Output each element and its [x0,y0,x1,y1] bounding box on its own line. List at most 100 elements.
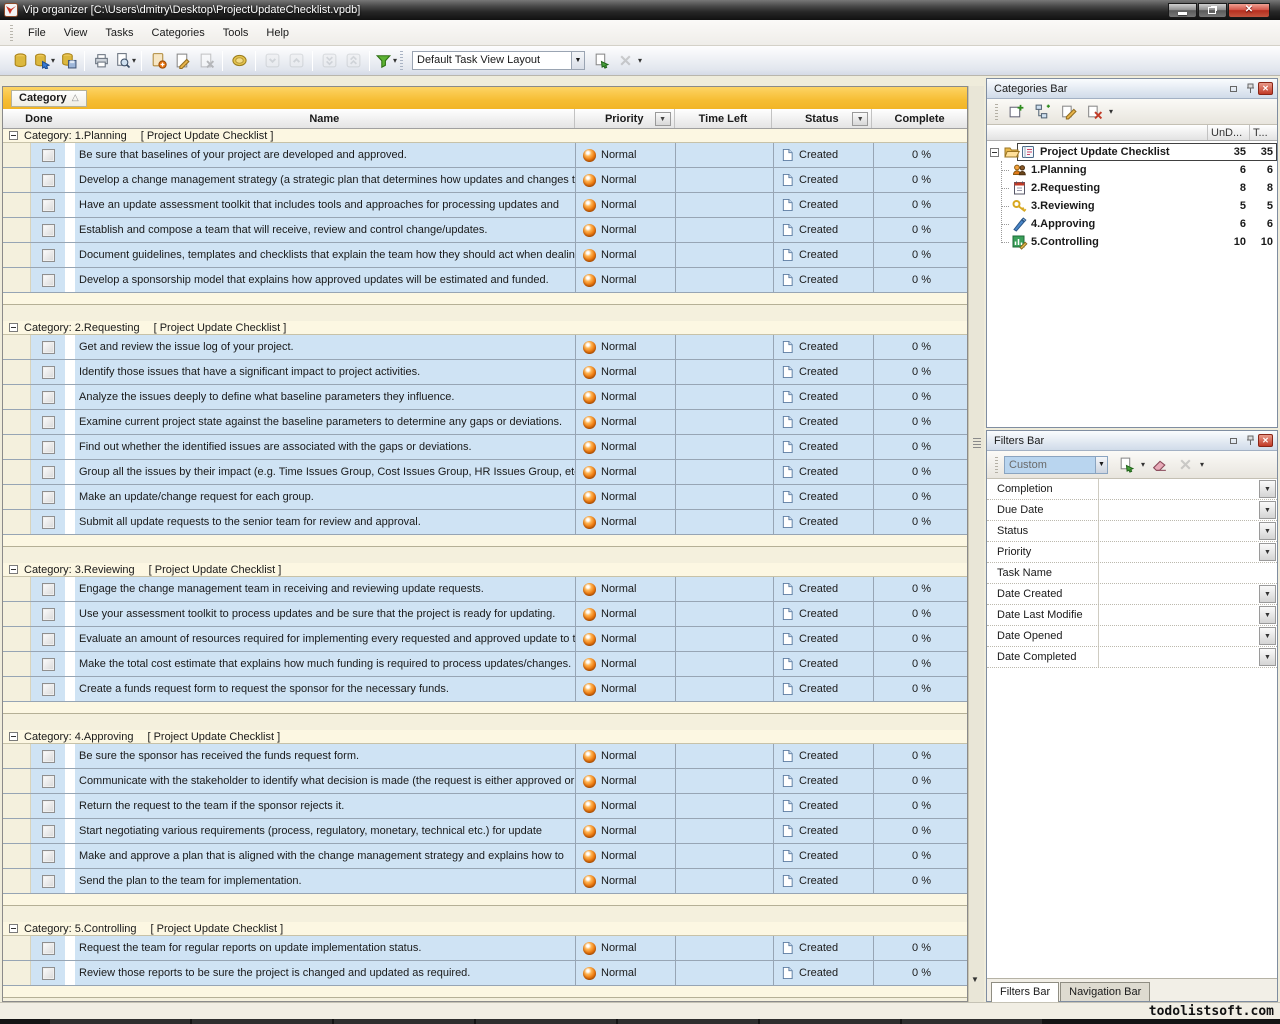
task-row[interactable]: Start negotiating various requirements (… [3,819,967,844]
filter-value-field[interactable] [1099,605,1259,625]
chevron-down-icon[interactable]: ▼ [572,51,585,70]
task-row[interactable]: Engage the change management team in rec… [3,577,967,602]
task-row[interactable]: Send the plan to the team for implementa… [3,869,967,894]
task-row[interactable]: Analyze the issues deeply to define what… [3,385,967,410]
complete-task-button[interactable] [227,49,251,73]
panel-pin-button[interactable] [1243,82,1258,95]
task-row[interactable]: Group all the issues by their impact (e.… [3,460,967,485]
menu-item-categories[interactable]: Categories [143,24,214,42]
column-header-name[interactable]: Name [75,109,574,128]
chevron-down-icon[interactable]: ▾ [132,56,136,65]
task-row[interactable]: Return the request to the team if the sp… [3,794,967,819]
task-checkbox[interactable] [42,775,55,788]
filter-value-field[interactable] [1099,563,1277,583]
new-subcategory-button[interactable] [1030,100,1054,124]
task-checkbox[interactable] [42,825,55,838]
filter-value-field[interactable] [1099,647,1259,667]
task-row[interactable]: Establish and compose a team that will r… [3,218,967,243]
category-tree-item[interactable]: 1.Planning66 [987,161,1277,179]
menu-item-tasks[interactable]: Tasks [96,24,142,42]
task-checkbox[interactable] [42,174,55,187]
clear-filter-button[interactable] [1147,453,1171,477]
category-tree-item[interactable]: 4.Approving66 [987,215,1277,233]
move-top-button[interactable] [341,49,365,73]
edit-category-button[interactable] [1056,100,1080,124]
column-header-done[interactable]: Done [3,109,75,128]
group-by-category-tab[interactable]: Category △ [11,90,87,107]
filter-value-field[interactable] [1099,626,1259,646]
panel-splitter[interactable]: ▼ [968,86,984,1002]
toolbar-overflow-icon[interactable]: ▾ [1200,460,1204,469]
task-checkbox[interactable] [42,583,55,596]
task-checkbox[interactable] [42,391,55,404]
edit-task-button[interactable] [170,49,194,73]
print-button[interactable] [89,49,113,73]
minimize-button[interactable] [1168,3,1197,18]
task-row[interactable]: Document guidelines, templates and check… [3,243,967,268]
task-checkbox[interactable] [42,800,55,813]
restore-button[interactable] [1198,3,1227,18]
task-checkbox[interactable] [42,608,55,621]
filter-value-field[interactable] [1099,500,1259,520]
column-header-total[interactable]: T... [1249,125,1277,140]
collapse-icon[interactable] [9,732,18,741]
task-checkbox[interactable] [42,875,55,888]
category-group-header[interactable]: Category: 4.Approving[ Project Update Ch… [3,730,967,744]
category-tree-root[interactable]: Project Update Checklist3535 [987,143,1277,161]
delete-layout-button[interactable] [613,49,637,73]
filter-dropdown-button[interactable]: ▼ [1259,627,1276,645]
category-tree-item[interactable]: 5.Controlling1010 [987,233,1277,251]
task-checkbox[interactable] [42,942,55,955]
task-row[interactable]: Evaluate an amount of resources required… [3,627,967,652]
filter-dropdown-button[interactable]: ▼ [1259,606,1276,624]
filter-value-field[interactable] [1099,521,1259,541]
task-checkbox[interactable] [42,466,55,479]
panel-close-button[interactable]: ✕ [1258,82,1273,95]
task-row[interactable]: Create a funds request form to request t… [3,677,967,702]
status-filter-button[interactable]: ▼ [852,112,868,126]
task-checkbox[interactable] [42,274,55,287]
apply-layout-button[interactable] [589,49,613,73]
task-checkbox[interactable] [42,850,55,863]
task-row[interactable]: Request the team for regular reports on … [3,936,967,961]
task-checkbox[interactable] [42,633,55,646]
filter-dropdown-button[interactable]: ▼ [1259,543,1276,561]
category-group-header[interactable]: Category: 1.Planning[ Project Update Che… [3,129,967,143]
chevron-down-icon[interactable]: ▾ [51,56,55,65]
task-checkbox[interactable] [42,441,55,454]
task-checkbox[interactable] [42,658,55,671]
task-row[interactable]: Communicate with the stakeholder to iden… [3,769,967,794]
task-checkbox[interactable] [42,491,55,504]
task-row[interactable]: Make the total cost estimate that explai… [3,652,967,677]
priority-filter-button[interactable]: ▼ [655,112,671,126]
filter-preset-combo[interactable]: Custom ▼ [1004,456,1108,474]
menu-item-help[interactable]: Help [257,24,298,42]
move-down-button[interactable] [260,49,284,73]
task-checkbox[interactable] [42,416,55,429]
collapse-icon[interactable] [990,148,999,157]
new-category-button[interactable] [1004,100,1028,124]
apply-filter-button[interactable] [1114,453,1138,477]
category-group-header[interactable]: Category: 5.Controlling[ Project Update … [3,922,967,936]
task-checkbox[interactable] [42,366,55,379]
panel-close-button[interactable]: ✕ [1258,434,1273,447]
task-checkbox[interactable] [42,149,55,162]
filter-dropdown-button[interactable]: ▼ [1259,585,1276,603]
filter-value-field[interactable] [1099,479,1259,499]
task-row[interactable]: Review those reports to be sure the proj… [3,961,967,986]
task-row[interactable]: Submit all update requests to the senior… [3,510,967,535]
filter-value-field[interactable] [1099,584,1259,604]
panel-restore-button[interactable] [1226,82,1241,95]
menu-item-file[interactable]: File [19,24,55,42]
filter-button[interactable]: ▾ [374,49,398,73]
task-row[interactable]: Use your assessment toolkit to process u… [3,602,967,627]
column-header-complete[interactable]: Complete [871,109,967,128]
task-row[interactable]: Find out whether the identified issues a… [3,435,967,460]
chevron-down-icon[interactable]: ▼ [1096,456,1108,474]
task-checkbox[interactable] [42,341,55,354]
toolbar-overflow-icon[interactable]: ▾ [1109,107,1113,116]
delete-category-button[interactable] [1082,100,1106,124]
filter-value-field[interactable] [1099,542,1259,562]
print-preview-button[interactable]: ▾ [113,49,137,73]
chevron-down-icon[interactable]: ▾ [393,56,397,65]
